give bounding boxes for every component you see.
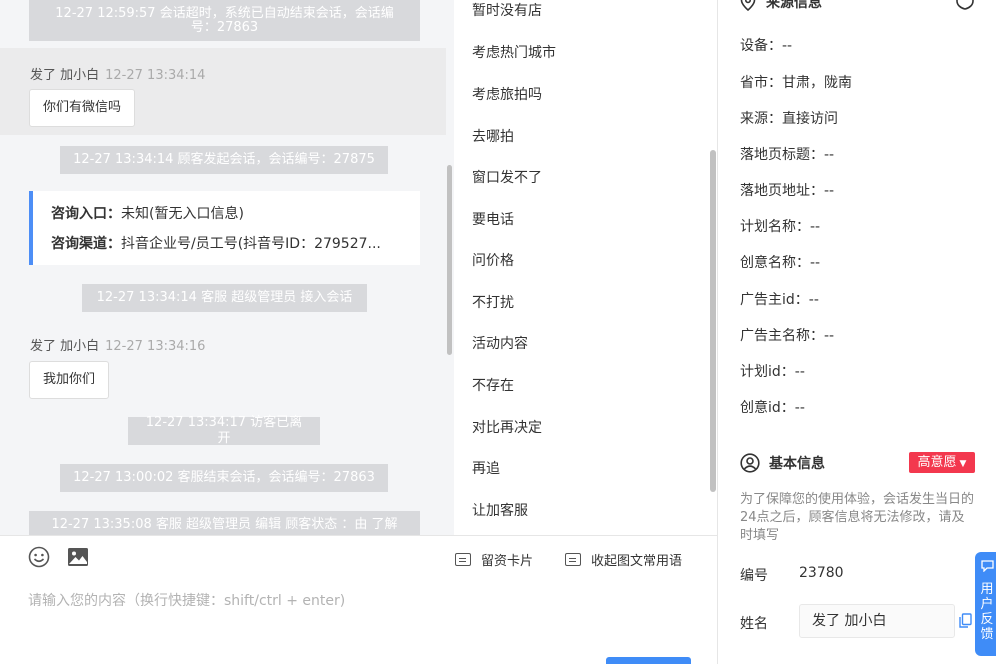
quick-reply-item[interactable]: 问价格 xyxy=(472,250,514,270)
user-circle-icon xyxy=(740,453,760,473)
consult-channel-value: 抖音企业号/员工号(抖音号ID：279527... xyxy=(121,236,381,252)
customer-name-field[interactable]: 发了 加小白 xyxy=(799,604,955,638)
quick-reply-item[interactable]: 去哪拍 xyxy=(472,126,514,146)
message-time: 12-27 13:34:16 xyxy=(105,339,206,354)
info-field-creative-id: 创意id：-- xyxy=(740,400,805,416)
quick-reply-item[interactable]: 让加客服 xyxy=(472,500,528,520)
message-time: 12-27 13:34:14 xyxy=(105,68,206,83)
message-bubble[interactable]: 你们有微信吗 xyxy=(29,89,136,127)
info-field-device: 设备：-- xyxy=(740,38,793,54)
location-pin-icon xyxy=(740,0,756,11)
consult-entry: 咨询入口：未知(暂无入口信息) xyxy=(51,203,406,233)
customer-info-panel: 来源信息 设备：-- 省市：甘肃，陇南 来源：直接访问 落地页标题：-- 落地页… xyxy=(719,0,996,664)
message-sender: 发了 加小白 12-27 13:34:16 xyxy=(30,335,205,354)
basic-info-header: 基本信息 xyxy=(740,453,825,473)
customer-name-label: 姓名 xyxy=(740,616,768,632)
info-field-source: 来源：直接访问 xyxy=(740,111,838,127)
system-message: 12-27 13:34:14 顾客发起会话，会话编号：27875 xyxy=(60,146,388,174)
send-button[interactable] xyxy=(606,657,691,664)
message-input[interactable] xyxy=(28,588,688,614)
card-icon xyxy=(455,553,471,566)
basic-info-title: 基本信息 xyxy=(769,456,825,472)
info-field-landing-title: 落地页标题：-- xyxy=(740,147,835,163)
info-field-plan-id: 计划id：-- xyxy=(740,364,805,380)
quick-reply-item[interactable]: 不存在 xyxy=(472,375,514,395)
sender-name: 发了 加小白 xyxy=(30,68,100,83)
system-message: 12-27 13:35:08 客服 超级管理员 编辑 顾客状态 ：由 了解 xyxy=(29,511,420,535)
emoji-icon[interactable] xyxy=(28,546,50,568)
chat-history[interactable]: 12-27 12:59:57 会话超时，系统已自动结束会话，会话编 号：2786… xyxy=(0,0,454,535)
quick-reply-item[interactable]: 窗口发不了 xyxy=(472,167,542,187)
feedback-label: 用户反馈 xyxy=(980,582,994,642)
quick-reply-item[interactable]: 活动内容 xyxy=(472,333,528,353)
system-message-text: 号：27863 xyxy=(190,19,259,35)
chat-workspace: 12-27 12:59:57 会话超时，系统已自动结束会话，会话编 号：2786… xyxy=(0,0,996,664)
copy-icon[interactable] xyxy=(959,613,972,628)
quick-reply-item[interactable]: 对比再决定 xyxy=(472,417,542,437)
feedback-button[interactable]: 用户反馈 xyxy=(975,552,996,656)
quick-reply-item[interactable]: 要电话 xyxy=(472,209,514,229)
source-info-header: 来源信息 xyxy=(740,0,822,12)
lead-card-label: 留资卡片 xyxy=(481,554,534,569)
message-composer: 留资卡片 收起图文常用语 xyxy=(0,535,718,664)
message-icon xyxy=(980,560,994,573)
info-field-advertiser-name: 广告主名称：-- xyxy=(740,328,835,344)
intent-level-label: 高意愿 xyxy=(917,455,957,470)
consult-info-card: 咨询入口：未知(暂无入口信息) 咨询渠道：抖音企业号/员工号(抖音号ID：279… xyxy=(29,191,420,265)
intent-level-select[interactable]: 高意愿 ▼ xyxy=(909,452,975,473)
image-icon[interactable] xyxy=(67,546,89,568)
info-field-advertiser-id: 广告主id：-- xyxy=(740,292,819,308)
system-message: 12-27 13:34:17 访客已离开 xyxy=(128,415,320,446)
edit-deadline-note: 为了保障您的使用体验，会话发生当日的24点之后，顾客信息将无法修改，请及时填写 xyxy=(740,492,975,543)
quick-replies-list[interactable]: 暂时没有店 考虑热门城市 考虑旅拍吗 去哪拍 窗口发不了 要电话 问价格 不打扰… xyxy=(454,0,718,535)
chat-scrollbar[interactable] xyxy=(447,165,452,355)
system-message-text: 12-27 12:59:57 会话超时，系统已自动结束会话，会话编 xyxy=(55,5,394,21)
phrases-icon xyxy=(565,553,581,566)
consult-channel: 咨询渠道：抖音企业号/员工号(抖音号ID：279527... xyxy=(51,233,406,263)
lead-card-button[interactable]: 留资卡片 xyxy=(455,550,533,569)
consult-channel-label: 咨询渠道： xyxy=(51,236,121,252)
message-sender: 发了 加小白 12-27 13:34:14 xyxy=(30,64,205,83)
info-field-landing-url: 落地页地址：-- xyxy=(740,183,835,199)
quick-reply-item[interactable]: 考虑旅拍吗 xyxy=(472,84,542,104)
info-field-plan-name: 计划名称：-- xyxy=(740,219,821,235)
quick-reply-item[interactable]: 暂时没有店 xyxy=(472,0,542,20)
quick-replies-scrollbar[interactable] xyxy=(710,150,716,492)
quick-reply-item[interactable]: 不打扰 xyxy=(472,292,514,312)
system-message: 12-27 13:34:14 客服 超级管理员 接入会话 xyxy=(82,284,367,312)
customer-id-value: 23780 xyxy=(799,565,844,581)
collapse-phrases-button[interactable]: 收起图文常用语 xyxy=(565,550,682,569)
quick-reply-item[interactable]: 再追 xyxy=(472,458,500,478)
source-info-title: 来源信息 xyxy=(766,0,822,11)
sender-name: 发了 加小白 xyxy=(30,339,100,354)
consult-entry-label: 咨询入口： xyxy=(51,206,121,222)
message-bubble[interactable]: 我加你们 xyxy=(29,361,110,399)
quick-reply-item[interactable]: 考虑热门城市 xyxy=(472,42,556,62)
info-field-creative-name: 创意名称：-- xyxy=(740,255,821,271)
consult-entry-value: 未知(暂无入口信息) xyxy=(121,206,244,222)
collapse-phrases-label: 收起图文常用语 xyxy=(591,554,683,569)
shield-edit-icon[interactable] xyxy=(955,0,975,10)
system-message: 12-27 13:00:02 客服结束会话，会话编号：27863 xyxy=(60,464,388,492)
caret-down-icon: ▼ xyxy=(959,459,967,469)
customer-id-label: 编号 xyxy=(740,568,768,584)
system-message: 12-27 12:59:57 会话超时，系统已自动结束会话，会话编 号：2786… xyxy=(29,0,420,41)
info-field-region: 省市：甘肃，陇南 xyxy=(740,75,852,91)
